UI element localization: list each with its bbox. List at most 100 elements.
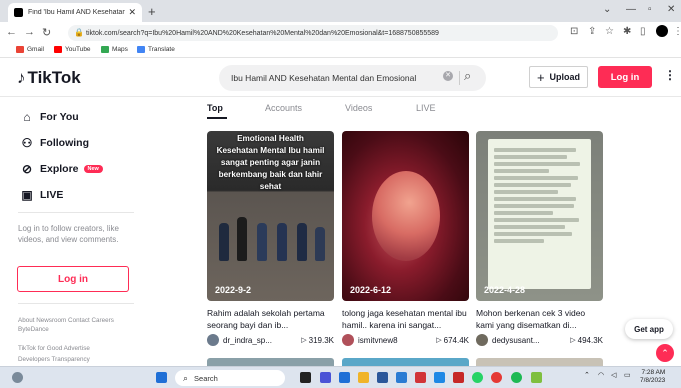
avatar[interactable]: [207, 334, 219, 346]
wifi-icon[interactable]: ◠: [598, 371, 604, 379]
sidebar-item-following[interactable]: ⚇ Following: [20, 136, 89, 150]
bookmark-youtube[interactable]: YouTube: [54, 46, 91, 53]
login-prompt-text: Log in to follow creators, like videos, …: [18, 224, 119, 244]
video-card-peek[interactable]: [476, 358, 603, 366]
video-card-peek[interactable]: [342, 358, 469, 366]
tray-chevron-icon[interactable]: ⌃: [584, 371, 590, 379]
get-app-button[interactable]: Get app: [625, 319, 673, 339]
windows-start-icon[interactable]: [156, 372, 167, 383]
word-icon[interactable]: [396, 372, 407, 383]
sidepanel-icon[interactable]: ▯: [640, 26, 646, 37]
new-tab-button[interactable]: +: [148, 4, 156, 19]
translate-icon: [137, 46, 145, 53]
reload-icon[interactable]: ↻: [42, 26, 51, 39]
clock-time: 7:28 AM: [641, 369, 666, 376]
whatsapp-icon[interactable]: [472, 372, 483, 383]
video-username[interactable]: dedysusant...: [492, 336, 570, 345]
search-icon[interactable]: ⌕: [464, 68, 471, 84]
video-date: 2022-6-12: [350, 285, 392, 295]
app-icon[interactable]: [453, 372, 464, 383]
maximize-button[interactable]: ▫: [648, 4, 652, 15]
taskbar-clock[interactable]: 7:28 AM 7/8/2023: [640, 369, 665, 385]
share-icon[interactable]: ⇪: [588, 26, 596, 37]
spotify-icon[interactable]: [511, 372, 522, 383]
video-username[interactable]: ismitvnew8: [358, 336, 436, 345]
sidebar-login-button[interactable]: Log in: [17, 266, 129, 292]
video-description[interactable]: Rahim adalah sekolah pertama seorang bay…: [207, 307, 334, 331]
file-explorer-icon[interactable]: [358, 372, 369, 383]
weather-icon[interactable]: [12, 372, 23, 383]
task-view-icon[interactable]: [300, 372, 311, 383]
tab-accounts[interactable]: Accounts: [265, 103, 302, 113]
chrome-icon[interactable]: [491, 372, 502, 383]
tab-top[interactable]: Top: [207, 103, 223, 113]
video-thumbnail[interactable]: Emotional Health Kesehatan Mental Ibu ha…: [207, 131, 334, 301]
tab-search-icon[interactable]: ⌄: [603, 4, 611, 15]
upload-button[interactable]: + Upload: [529, 66, 588, 88]
app-icon[interactable]: [434, 372, 445, 383]
sidebar-item-explore[interactable]: ⊘ Explore New: [20, 162, 103, 176]
browser-tab[interactable]: Find 'Ibu Hamil AND Kesehatan M ✕: [8, 3, 142, 22]
back-icon[interactable]: ←: [6, 26, 17, 38]
extensions-icon[interactable]: ✱: [623, 26, 631, 37]
video-card[interactable]: 2022-6-12 tolong jaga kesehatan mental i…: [342, 131, 469, 346]
video-thumbnail[interactable]: 2022-6-12: [342, 131, 469, 301]
clock-date: 7/8/2023: [640, 377, 666, 384]
store-icon[interactable]: [377, 372, 388, 383]
footer-links-2[interactable]: ByteDance: [18, 325, 148, 334]
search-input[interactable]: Ibu Hamil AND Kesehatan Mental dan Emosi…: [219, 65, 486, 91]
clear-search-icon[interactable]: ✕: [443, 71, 453, 81]
tab-videos[interactable]: Videos: [345, 103, 372, 113]
bookmark-gmail[interactable]: Gmail: [16, 46, 44, 53]
mcafee-icon[interactable]: [415, 372, 426, 383]
video-thumbnail[interactable]: 2022-4-28: [476, 131, 603, 301]
header-login-button[interactable]: Log in: [598, 66, 652, 88]
close-window-button[interactable]: ✕: [667, 4, 675, 15]
profile-avatar[interactable]: [656, 25, 668, 37]
video-card-peek[interactable]: [207, 358, 334, 366]
video-description[interactable]: Mohon berkenan cek 3 video kami yang dis…: [476, 307, 603, 331]
tiktok-favicon-icon: [14, 8, 23, 17]
sidebar-divider-2: [18, 303, 134, 304]
tiktok-logo[interactable]: ♪ TikTok: [17, 68, 81, 88]
sidebar-item-live[interactable]: ▣ LIVE: [20, 188, 63, 202]
bookmark-star-icon[interactable]: ☆: [605, 26, 614, 37]
video-card[interactable]: Emotional Health Kesehatan Mental Ibu ha…: [207, 131, 334, 346]
sidebar-item-for-you[interactable]: ⌂ For You: [20, 110, 78, 124]
video-username[interactable]: dr_indra_sp...: [223, 336, 301, 345]
play-icon: ▷: [301, 337, 307, 344]
footer-links-3[interactable]: TikTok for Good Advertise: [18, 344, 148, 353]
windows-taskbar: ⌕ Search ⌃ ◠ ◁ ▭ 7:28 AM 7/8/2023: [0, 366, 681, 388]
video-description[interactable]: tolong jaga kesehatan mental ibu hamil..…: [342, 307, 469, 331]
google-lens-icon[interactable]: ⊡: [570, 26, 578, 37]
url-text: tiktok.com/search?q=Ibu%20Hamil%20AND%20…: [86, 29, 439, 37]
bookmark-translate[interactable]: Translate: [137, 46, 175, 53]
more-options-icon[interactable]: ⋮: [664, 68, 676, 82]
url-field[interactable]: 🔒 tiktok.com/search?q=Ibu%20Hamil%20AND%…: [68, 25, 558, 41]
search-divider: [459, 71, 460, 85]
teams-chat-icon[interactable]: [320, 372, 331, 383]
tab-live[interactable]: LIVE: [416, 103, 436, 113]
video-card[interactable]: 2022-4-28 Mohon berkenan cek 3 video kam…: [476, 131, 603, 346]
close-tab-icon[interactable]: ✕: [128, 7, 136, 18]
battery-icon[interactable]: ▭: [624, 371, 631, 379]
browser-menu-icon[interactable]: ⋮: [673, 26, 681, 37]
note-paper-image: [488, 139, 591, 289]
footer-links-4[interactable]: Developers Transparency: [18, 355, 148, 364]
forward-icon[interactable]: →: [24, 26, 35, 38]
edge-icon[interactable]: [339, 372, 350, 383]
volume-icon[interactable]: ◁: [611, 371, 616, 379]
lock-icon: 🔒: [74, 28, 84, 37]
taskbar-search-input[interactable]: ⌕ Search: [175, 370, 285, 386]
footer-links-1[interactable]: About Newsroom Contact Careers: [18, 316, 148, 325]
scroll-top-icon[interactable]: ⌃: [656, 344, 674, 362]
person-figure: [315, 227, 325, 261]
play-icon: ▷: [436, 337, 442, 344]
tiktok-header: ♪ TikTok Ibu Hamil AND Kesehatan Mental …: [0, 59, 681, 97]
avatar[interactable]: [476, 334, 488, 346]
bookmark-maps[interactable]: Maps: [101, 46, 128, 53]
avatar[interactable]: [342, 334, 354, 346]
person-figure: [237, 217, 247, 261]
minimize-button[interactable]: —: [626, 4, 636, 15]
app-icon[interactable]: [531, 372, 542, 383]
